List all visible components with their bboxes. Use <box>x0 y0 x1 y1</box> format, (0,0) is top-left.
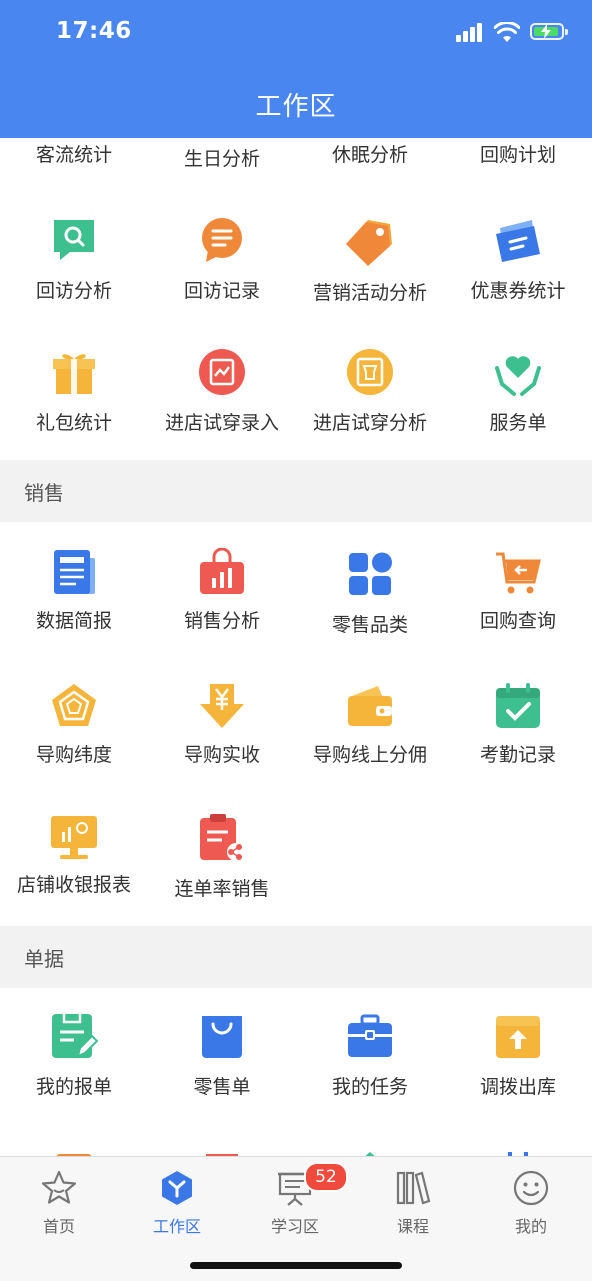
chat-bubble-icon <box>202 218 242 262</box>
grid-item-repurchase-plan[interactable]: 回购计划 <box>444 138 592 178</box>
smiley-face-icon <box>513 1170 549 1206</box>
yuan-down-arrow-icon <box>200 684 244 728</box>
grid-item-partial-1[interactable] <box>0 1146 148 1156</box>
grid-item-gift-stats[interactable]: 礼包统计 <box>0 348 148 448</box>
grid-item-guide-dimension[interactable]: 导购纬度 <box>0 682 148 782</box>
grid-item-retail-order[interactable]: 零售单 <box>148 1012 296 1112</box>
grid-item-coupon-stats[interactable]: 优惠券统计 <box>444 214 592 314</box>
section-title-sales: 销售 <box>0 460 592 522</box>
member-analytics-grid: 客流统计 生日分析 休眠分析 回购计划 回访分析 回访记录 营销活动分析 优惠券… <box>0 138 592 460</box>
star-icon <box>41 1170 77 1204</box>
grid-item-transfer-out[interactable]: 调拨出库 <box>444 1012 592 1112</box>
box-icon <box>56 1154 92 1156</box>
header-bar: 17:46 工作区 <box>0 0 592 138</box>
tab-me[interactable]: 我的 <box>472 1157 590 1247</box>
grid-item-marketing-analysis[interactable]: 营销活动分析 <box>296 214 444 314</box>
grid-item-service-order[interactable]: 服务单 <box>444 348 592 448</box>
heart-hands-icon <box>495 356 541 396</box>
calendar-icon <box>508 1152 528 1156</box>
shopping-bag-chart-icon <box>200 548 244 594</box>
grid-item-repurchase-query[interactable]: 回购查询 <box>444 548 592 648</box>
box-upload-icon <box>496 1016 540 1058</box>
try-on-analysis-icon <box>347 349 393 395</box>
grid-item-customer-flow[interactable]: 客流统计 <box>0 138 148 178</box>
notification-badge: 52 <box>304 1162 348 1192</box>
wallet-icon <box>348 686 392 726</box>
grid-item-revisit-records[interactable]: 回访记录 <box>148 214 296 314</box>
grid-item-joint-order-sales[interactable]: 连单率销售 <box>148 814 296 914</box>
report-edit-icon <box>52 1014 98 1058</box>
tab-workspace[interactable]: 工作区 <box>118 1157 236 1247</box>
monitor-chart-icon <box>51 816 97 859</box>
house-icon <box>365 1152 375 1156</box>
shopping-bag-icon <box>202 1016 242 1058</box>
gift-icon <box>53 354 95 394</box>
cart-return-icon <box>496 552 541 594</box>
page-title: 工作区 <box>255 92 337 122</box>
price-tag-icon <box>346 220 392 266</box>
grid-item-tryon-entry[interactable]: 进店试穿录入 <box>148 348 296 448</box>
documents-grid: 我的报单 零售单 我的任务 调拨出库 <box>0 988 592 1156</box>
battery-icon <box>530 23 568 40</box>
coupon-icon <box>496 220 540 262</box>
books-icon <box>396 1171 431 1205</box>
grid-item-birthday-analysis[interactable]: 生日分析 <box>148 138 296 178</box>
grid-item-dormant-analysis[interactable]: 休眠分析 <box>296 138 444 178</box>
home-indicator[interactable] <box>190 1262 402 1269</box>
calendar-check-icon <box>496 683 540 728</box>
search-chat-icon <box>54 220 94 260</box>
grid-item-sales-analysis[interactable]: 销售分析 <box>148 548 296 648</box>
section-title-documents: 单据 <box>0 926 592 988</box>
grid-item-attendance[interactable]: 考勤记录 <box>444 682 592 782</box>
cellular-signal-icon <box>456 22 484 42</box>
newspaper-icon <box>54 550 95 594</box>
category-grid-icon <box>349 552 392 595</box>
sales-grid: 数据简报 销售分析 零售品类 回购查询 导购纬度 导购实收 导购线上分佣 考勤记… <box>0 522 592 926</box>
grid-item-my-tasks[interactable]: 我的任务 <box>296 1012 444 1112</box>
tab-courses[interactable]: 课程 <box>354 1157 472 1247</box>
pentagon-icon <box>52 684 96 726</box>
grid-item-partial-4[interactable] <box>444 1146 592 1156</box>
grid-item-my-reports[interactable]: 我的报单 <box>0 1012 148 1112</box>
status-time: 17:46 <box>56 18 132 44</box>
workspace-content[interactable]: 客流统计 生日分析 休眠分析 回购计划 回访分析 回访记录 营销活动分析 优惠券… <box>0 138 592 1156</box>
hexagon-y-icon <box>162 1171 192 1205</box>
briefcase-icon <box>348 1014 392 1057</box>
wifi-icon <box>494 22 520 42</box>
try-on-entry-icon <box>199 349 245 395</box>
grid-item-partial-3[interactable] <box>296 1146 444 1156</box>
tab-home[interactable]: 首页 <box>0 1157 118 1247</box>
grid-item-partial-2[interactable] <box>148 1146 296 1156</box>
document-icon <box>206 1154 238 1156</box>
grid-item-revisit-analysis[interactable]: 回访分析 <box>0 214 148 314</box>
grid-item-data-brief[interactable]: 数据简报 <box>0 548 148 648</box>
grid-item-guide-online-commission[interactable]: 导购线上分佣 <box>296 682 444 782</box>
clipboard-share-icon <box>200 814 245 861</box>
grid-item-retail-category[interactable]: 零售品类 <box>296 548 444 648</box>
grid-item-guide-receipts[interactable]: 导购实收 <box>148 682 296 782</box>
grid-item-tryon-analysis[interactable]: 进店试穿分析 <box>296 348 444 448</box>
grid-item-store-cashier-report[interactable]: 店铺收银报表 <box>0 814 148 914</box>
